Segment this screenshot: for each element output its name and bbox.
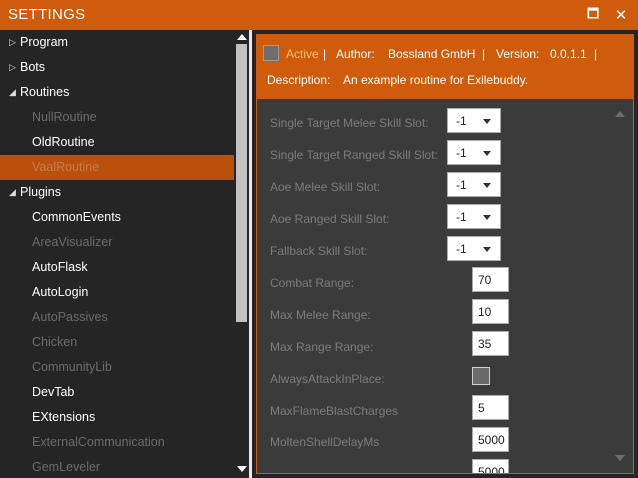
description-label: Description: xyxy=(267,73,331,87)
chevron-down-icon xyxy=(483,247,491,252)
tree-item-label: Routines xyxy=(20,85,70,99)
tree-item-extensions[interactable]: EXtensions xyxy=(0,405,234,430)
tree-item-program[interactable]: ▷ Program xyxy=(0,30,234,55)
setting-label: MaxFlameBlastCharges xyxy=(270,404,399,418)
tree-item-oldroutine[interactable]: OldRoutine xyxy=(0,130,234,155)
expand-arrow-icon[interactable]: ▷ xyxy=(9,55,16,80)
tree-item-devtab[interactable]: DevTab xyxy=(0,380,234,405)
setting-label: AlwaysAttackInPlace: xyxy=(270,372,385,386)
collapse-arrow-icon[interactable]: ◢ xyxy=(9,180,16,205)
tree-item-label: CommonEvents xyxy=(32,210,121,224)
scroll-up-icon[interactable] xyxy=(615,111,625,117)
tree-item-gemleveler[interactable]: GemLeveler xyxy=(0,455,234,478)
tree-item-label: NullRoutine xyxy=(32,110,97,124)
maximize-icon[interactable]: 🗖 xyxy=(582,4,604,26)
tree-item-label: Chicken xyxy=(32,335,78,349)
chevron-down-icon xyxy=(483,151,491,156)
tree-item-label: EXtensions xyxy=(32,410,96,424)
close-icon[interactable]: ✕ xyxy=(610,4,632,26)
scroll-down-icon[interactable] xyxy=(615,455,625,461)
select-value: -1 xyxy=(456,178,467,192)
tree-item-label: OldRoutine xyxy=(32,135,95,149)
tree-item-label: DevTab xyxy=(32,385,75,399)
setting-label: Aoe Ranged Skill Slot: xyxy=(270,212,390,226)
select-value: -1 xyxy=(456,242,467,256)
setting-label: Max Melee Range: xyxy=(270,308,371,322)
tree-item-label: AutoPassives xyxy=(32,310,108,324)
active-label: Active xyxy=(286,47,319,61)
aoe-melee-slot-select[interactable]: -1 xyxy=(447,172,501,197)
separator: | xyxy=(594,47,598,61)
author-label: Author: xyxy=(336,47,375,61)
max-range-range-input[interactable]: 35 xyxy=(472,331,509,356)
chevron-down-icon xyxy=(483,215,491,220)
max-melee-range-input[interactable]: 10 xyxy=(472,299,509,324)
tree-item-label: AreaVisualizer xyxy=(32,235,113,249)
tree-item-label: Plugins xyxy=(20,185,61,199)
chevron-down-icon xyxy=(483,183,491,188)
tree-item-autologin[interactable]: AutoLogin xyxy=(0,280,234,305)
tree-item-label: CommunityLib xyxy=(32,360,112,374)
settings-list: Single Target Melee Skill Slot: -1 Singl… xyxy=(257,99,633,473)
scroll-down-icon[interactable] xyxy=(237,466,247,472)
chevron-down-icon xyxy=(483,119,491,124)
separator: | xyxy=(323,47,327,61)
select-value: -1 xyxy=(456,114,467,128)
tree-item-communitylib[interactable]: CommunityLib xyxy=(0,355,234,380)
combat-range-input[interactable]: 70 xyxy=(472,267,509,292)
scrollbar-thumb[interactable] xyxy=(236,44,247,322)
tree-item-commonevents[interactable]: CommonEvents xyxy=(0,205,234,230)
aoe-ranged-slot-select[interactable]: -1 xyxy=(447,204,501,229)
version-value: 0.0.1.1 xyxy=(550,47,587,61)
scroll-up-icon[interactable] xyxy=(237,34,247,40)
always-attack-checkbox[interactable] xyxy=(472,367,490,385)
setting-label: Fallback Skill Slot: xyxy=(270,244,368,258)
tree-item-chicken[interactable]: Chicken xyxy=(0,330,234,355)
setting-label: Max Range Range: xyxy=(270,340,374,354)
next-setting-input[interactable]: 5000 xyxy=(472,459,509,473)
tree-item-label: Bots xyxy=(20,60,46,74)
tree-item-label: AutoFlask xyxy=(32,260,88,274)
tree-item-areavisualizer[interactable]: AreaVisualizer xyxy=(0,230,234,255)
tree-item-label: ExternalCommunication xyxy=(32,435,165,449)
tree-item-label: Program xyxy=(20,35,68,49)
tree-item-label: AutoLogin xyxy=(32,285,89,299)
tree-item-label: VaalRoutine xyxy=(32,160,100,174)
active-checkbox[interactable] xyxy=(263,45,279,61)
setting-label: Single Target Ranged Skill Slot: xyxy=(270,148,438,162)
tree-item-externalcommunication[interactable]: ExternalCommunication xyxy=(0,430,234,455)
tree-item-plugins[interactable]: ◢ Plugins xyxy=(0,180,234,205)
settings-tree: ▷ Program ▷ Bots ◢ Routines NullRoutine … xyxy=(0,30,249,478)
routine-info-header: Active | Author: Bossland GmbH | Version… xyxy=(257,35,633,99)
tree-scrollbar[interactable] xyxy=(235,30,249,478)
select-value: -1 xyxy=(456,146,467,160)
version-label: Version: xyxy=(496,47,540,61)
routine-settings-panel: Active | Author: Bossland GmbH | Version… xyxy=(256,34,634,474)
author-value: Bossland GmbH xyxy=(388,47,476,61)
setting-label: Combat Range: xyxy=(270,276,355,290)
collapse-arrow-icon[interactable]: ◢ xyxy=(9,80,16,105)
description-value: An example routine for Exilebuddy. xyxy=(343,73,529,87)
tree-item-routines[interactable]: ◢ Routines xyxy=(0,80,234,105)
pane-splitter[interactable] xyxy=(249,30,252,478)
single-target-melee-slot-select[interactable]: -1 xyxy=(447,108,501,133)
single-target-ranged-slot-select[interactable]: -1 xyxy=(447,140,501,165)
tree-item-autopassives[interactable]: AutoPassives xyxy=(0,305,234,330)
fallback-slot-select[interactable]: -1 xyxy=(447,236,501,261)
expand-arrow-icon[interactable]: ▷ xyxy=(9,30,16,55)
molten-shell-input[interactable]: 5000 xyxy=(472,427,509,452)
select-value: -1 xyxy=(456,210,467,224)
tree-item-autoflask[interactable]: AutoFlask xyxy=(0,255,234,280)
separator: | xyxy=(482,47,486,61)
setting-label: MoltenShellDelayMs xyxy=(270,435,380,449)
tree-item-bots[interactable]: ▷ Bots xyxy=(0,55,234,80)
setting-label: Aoe Melee Skill Slot: xyxy=(270,180,381,194)
max-flame-blast-input[interactable]: 5 xyxy=(472,395,509,420)
setting-label: Single Target Melee Skill Slot: xyxy=(270,116,429,130)
tree-item-nullroutine[interactable]: NullRoutine xyxy=(0,105,234,130)
window-title: SETTINGS xyxy=(8,6,86,23)
tree-item-label: GemLeveler xyxy=(32,460,101,474)
tree-item-vaalroutine[interactable]: VaalRoutine xyxy=(0,155,234,180)
title-bar: SETTINGS 🗖 ✕ xyxy=(0,0,638,30)
